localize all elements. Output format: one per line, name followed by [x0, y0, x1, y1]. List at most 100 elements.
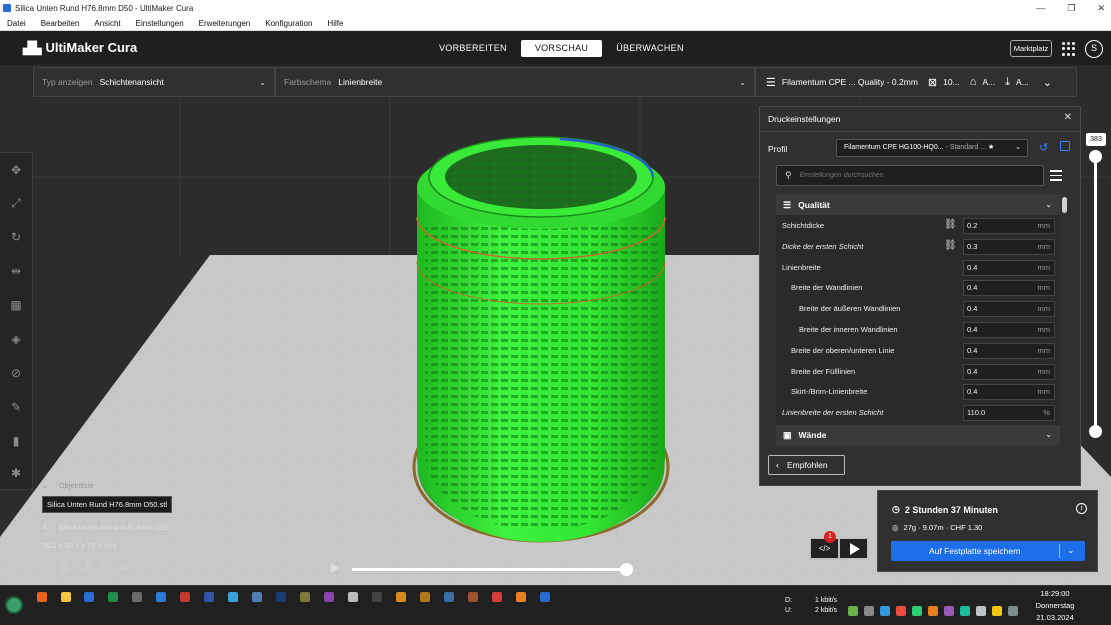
tray-icon[interactable] [944, 606, 954, 616]
tab-vorbereiten[interactable]: VORBEREITEN [425, 40, 521, 57]
menu-konfiguration[interactable]: Konfiguration [265, 19, 312, 28]
app-icon[interactable] [348, 592, 358, 602]
setting-value-field[interactable]: 0.4 mm [963, 342, 1055, 359]
setting-value-field[interactable]: 0.4 mm [963, 259, 1055, 276]
tab-ueberwachen[interactable]: ÜBERWACHEN [602, 40, 698, 57]
menu-einstellungen[interactable]: Einstellungen [136, 19, 184, 28]
profile-select[interactable]: Filamentum CPE HG100-HQ0... - Standard .… [836, 139, 1028, 157]
menu-datei[interactable]: Datei [7, 19, 26, 28]
outlook-icon[interactable] [84, 592, 94, 602]
save-to-disk-button[interactable]: Auf Festplatte speichern ⌄ [891, 541, 1085, 561]
recommended-button[interactable]: ‹ Empfohlen [768, 455, 845, 475]
app-icon[interactable] [156, 592, 166, 602]
category-walls[interactable]: ▣ Wände ⌄ [776, 425, 1060, 445]
view-front-icon[interactable]: ◧ [61, 559, 71, 572]
menu-bearbeiten[interactable]: Bearbeiten [41, 19, 80, 28]
setting-value-field[interactable]: 0.4 mm [963, 280, 1055, 297]
support-blocker-icon[interactable]: ◈ [9, 332, 23, 346]
tray-icon[interactable] [896, 606, 906, 616]
settings-menu-icon[interactable] [1050, 170, 1062, 184]
save-profile-icon[interactable] [1060, 141, 1070, 151]
rotate-tool-icon[interactable]: ↻ [9, 230, 23, 244]
setting-value-field[interactable]: 0.4 mm [963, 322, 1055, 338]
explorer-icon[interactable] [61, 592, 71, 602]
view-3d-icon[interactable]: ⬡ [42, 559, 52, 572]
info-icon[interactable]: i [1076, 503, 1087, 514]
scale-tool-icon[interactable]: ⤢ [9, 196, 23, 210]
apps-grid-icon[interactable] [1062, 42, 1076, 56]
tray-icon[interactable] [976, 606, 986, 616]
app-icon[interactable] [444, 592, 454, 602]
app-icon[interactable] [420, 592, 430, 602]
marketplace-button[interactable]: Marktplatz [1010, 40, 1052, 57]
app-icon[interactable] [372, 592, 382, 602]
account-avatar[interactable]: S [1085, 40, 1103, 58]
tray-icon[interactable] [960, 606, 970, 616]
close-window-button[interactable]: ✕ [1097, 3, 1105, 14]
restore-button[interactable]: ❐ [1067, 3, 1075, 14]
layer-value-field[interactable]: 383 [1086, 133, 1106, 146]
link-icon[interactable]: ⛓ [944, 219, 957, 230]
tab-vorschau[interactable]: VORSCHAU [520, 40, 603, 57]
app-icon[interactable] [396, 592, 406, 602]
app-icon[interactable] [492, 592, 502, 602]
object-list-header[interactable]: ⌄ Objektliste [42, 481, 94, 490]
view-left-icon[interactable]: ◩ [99, 559, 109, 572]
taskbar-clock[interactable]: 18:29:00 Donnerstag 21.03.2024 [1032, 588, 1078, 624]
close-icon[interactable]: ✕ [1064, 112, 1072, 123]
layer-slider-track[interactable] [1094, 155, 1097, 433]
color-scheme-select[interactable]: Farbschema Linienbreite ⌄ [275, 67, 755, 97]
setting-value-field[interactable]: 0.4 mm [963, 363, 1055, 380]
app-icon[interactable] [300, 592, 310, 602]
settings-scrollbar[interactable] [1062, 195, 1067, 445]
setting-value-field[interactable]: 110.0% [963, 405, 1055, 422]
setting-value-field[interactable]: 0.3 mm [963, 238, 1055, 255]
firefox-icon[interactable] [37, 592, 47, 602]
app-icon[interactable] [180, 592, 190, 602]
per-model-settings-icon[interactable]: ▦ [9, 298, 23, 312]
menu-hilfe[interactable]: Hilfe [327, 19, 343, 28]
tray-icon[interactable] [928, 606, 938, 616]
move-tool-icon[interactable]: ✥ [9, 163, 23, 177]
play-simulation-icon[interactable] [331, 563, 339, 573]
app-icon[interactable] [324, 592, 334, 602]
chevron-down-icon[interactable]: ⌄ [1067, 545, 1075, 556]
start-icon[interactable] [5, 596, 23, 614]
simulation-slider-handle[interactable] [620, 563, 633, 576]
app-icon[interactable] [132, 592, 142, 602]
tree-support-icon[interactable]: ✱ [9, 466, 23, 480]
menu-ansicht[interactable]: Ansicht [94, 19, 120, 28]
layer-slider-bottom-handle[interactable] [1089, 425, 1102, 438]
print-settings-toggle[interactable]: ☰ Filamentum CPE ... Quality - 0.2mm ⊠ 1… [755, 67, 1077, 97]
settings-search[interactable]: ⚲ [776, 165, 1044, 186]
simulation-slider-track[interactable] [352, 568, 626, 571]
object-list-item[interactable]: ✎ Silica Unten Rund H76.8mm D50 [42, 523, 169, 532]
app-icon[interactable] [516, 592, 526, 602]
cylinder-tool-icon[interactable]: ▮ [9, 434, 23, 448]
tray-icon[interactable] [864, 606, 874, 616]
mirror-tool-icon[interactable]: ⇹ [9, 264, 23, 278]
gcode-view-button[interactable]: </> [810, 538, 839, 559]
app-icon[interactable] [252, 592, 262, 602]
app-icon[interactable] [468, 592, 478, 602]
category-quality[interactable]: ☰ Qualität ⌄ [776, 195, 1060, 215]
view-type-select[interactable]: Typ anzeigen Schichtenansicht ⌄ [33, 67, 275, 97]
layer-slider-top-handle[interactable] [1089, 150, 1102, 163]
view-right-icon[interactable]: ◪ [119, 559, 129, 572]
play-button[interactable] [839, 538, 868, 559]
tray-icon[interactable] [912, 606, 922, 616]
link-icon[interactable]: ⛓ [944, 240, 957, 251]
setting-value-field[interactable]: 0.2 mm [963, 218, 1055, 234]
app-icon[interactable] [276, 592, 286, 602]
tray-icon[interactable] [992, 606, 1002, 616]
menu-erweiterungen[interactable]: Erweiterungen [199, 19, 251, 28]
paint-tool-icon[interactable]: ✎ [9, 400, 23, 414]
minimize-button[interactable]: — [1036, 3, 1045, 13]
setting-value-field[interactable]: 0.4 mm [963, 301, 1055, 318]
tray-icon[interactable] [880, 606, 890, 616]
app-icon[interactable] [228, 592, 238, 602]
app-icon[interactable] [204, 592, 214, 602]
cura-taskbar-icon[interactable] [540, 592, 550, 602]
setting-value-field[interactable]: 0.4 mm [963, 384, 1055, 401]
settings-search-input[interactable] [799, 172, 1020, 179]
